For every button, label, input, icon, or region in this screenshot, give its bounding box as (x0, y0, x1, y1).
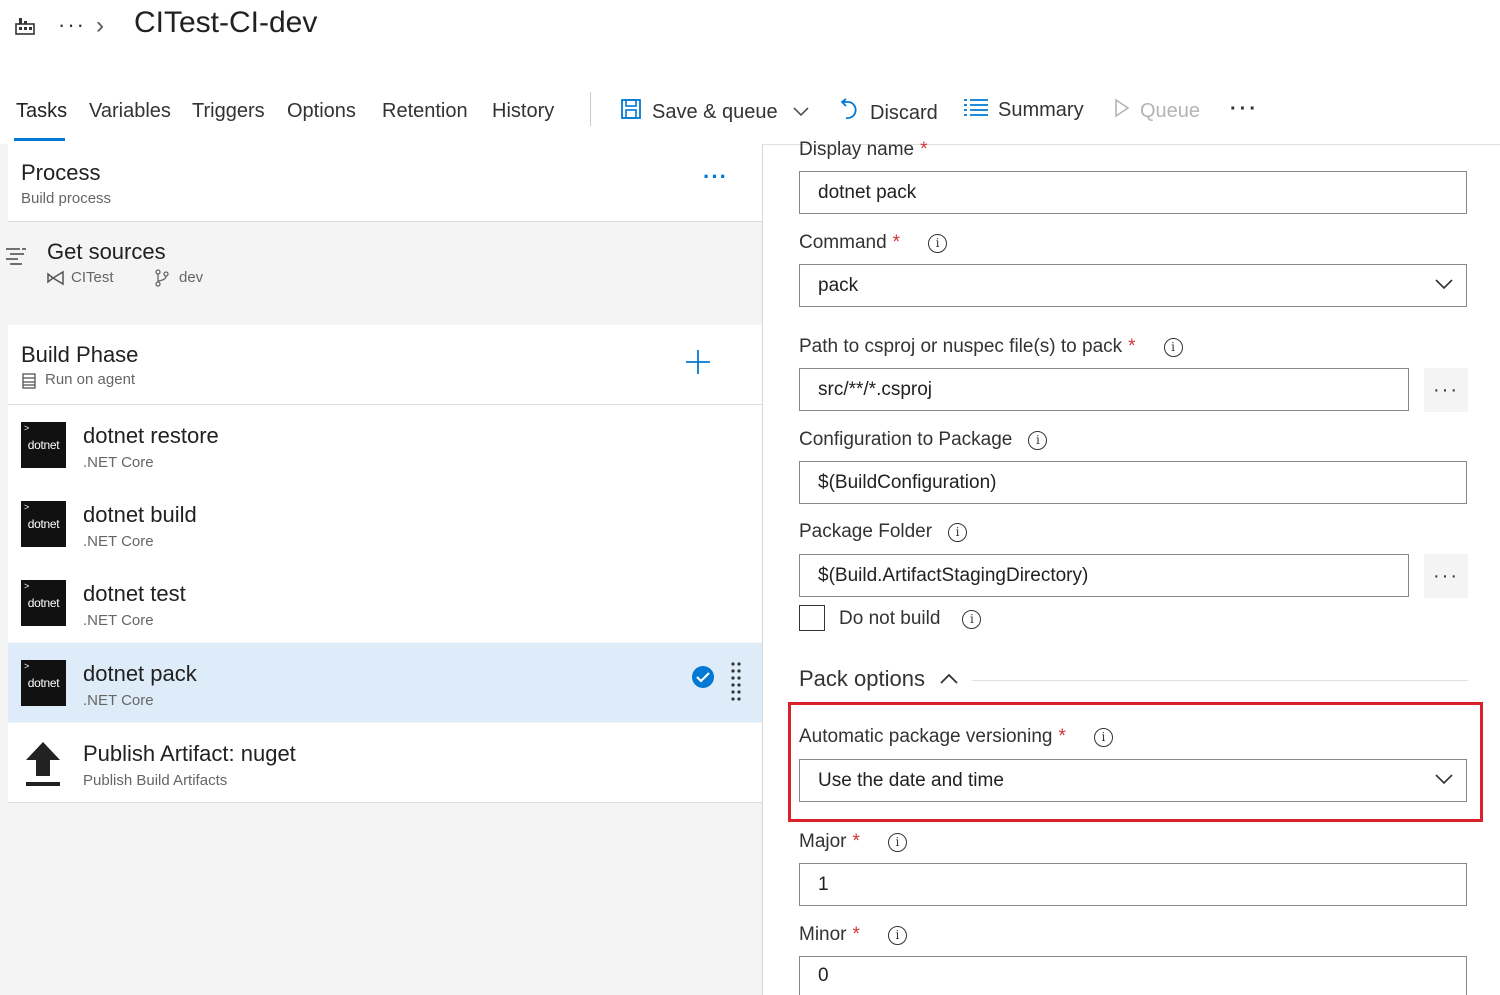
summary-label: Summary (998, 98, 1084, 121)
agent-icon (22, 373, 36, 394)
save-queue-button[interactable]: Save & queue (620, 98, 810, 126)
queue-button[interactable]: Queue (1114, 98, 1200, 124)
minor-label: Minor * i (799, 924, 907, 946)
tab-tasks[interactable]: Tasks (16, 100, 67, 123)
path-input[interactable]: src/**/*.csproj (799, 368, 1409, 411)
repo-name: CITest (71, 269, 114, 286)
info-icon[interactable]: i (887, 925, 907, 945)
get-sources-row[interactable]: Get sources CITest dev (0, 225, 762, 320)
task-subtitle: .NET Core (83, 454, 154, 471)
branch-icon (154, 269, 170, 292)
chevron-down-icon (1434, 275, 1454, 297)
minor-input[interactable]: 0 (799, 956, 1467, 995)
do-not-build-label: Do not build i (839, 608, 982, 630)
dotnet-logo-icon: > dotnet (21, 580, 66, 626)
command-select[interactable]: pack (799, 264, 1467, 307)
info-icon[interactable]: i (962, 609, 982, 629)
play-icon (1114, 98, 1130, 124)
major-input[interactable]: 1 (799, 863, 1467, 906)
summary-button[interactable]: Summary (964, 98, 1084, 122)
task-title: dotnet restore (83, 423, 219, 448)
folder-browse-button[interactable]: ··· (1424, 554, 1468, 598)
phase-subtitle: Run on agent (45, 371, 136, 388)
save-icon (620, 98, 642, 126)
major-label: Major * i (799, 831, 907, 853)
task-title: dotnet build (83, 502, 197, 527)
task-subtitle: .NET Core (83, 612, 154, 629)
undo-icon (838, 98, 860, 128)
dotnet-logo-icon: > dotnet (21, 422, 66, 468)
upload-icon (24, 740, 62, 793)
add-task-button[interactable] (685, 349, 711, 380)
info-icon[interactable]: i (1163, 337, 1183, 357)
display-name-label: Display name * (799, 139, 928, 160)
toolbar-more-button[interactable]: ··· (1230, 98, 1259, 121)
chevron-down-icon[interactable] (792, 101, 810, 124)
task-dotnet-test[interactable]: > dotnet dotnet test .NET Core (8, 563, 762, 642)
pack-options-toggle[interactable]: Pack options (799, 666, 959, 692)
info-icon[interactable]: i (948, 522, 968, 542)
dotnet-logo-icon: > dotnet (21, 501, 66, 547)
task-subtitle: .NET Core (83, 692, 154, 709)
checkmark-icon[interactable] (691, 665, 715, 694)
folder-input[interactable]: $(Build.ArtifactStagingDirectory) (799, 554, 1409, 597)
tab-variables[interactable]: Variables (89, 100, 171, 123)
task-title: dotnet test (83, 581, 186, 606)
pack-options-label: Pack options (799, 666, 925, 691)
drag-handle-icon[interactable] (730, 661, 742, 708)
task-subtitle: Publish Build Artifacts (83, 772, 228, 789)
toolbar-divider (590, 92, 591, 126)
process-row[interactable]: Process Build process ··· (8, 144, 762, 222)
process-subtitle: Build process (21, 190, 112, 207)
breadcrumb-chevron-icon: › (96, 12, 104, 39)
highlight-box (788, 702, 1483, 822)
info-icon[interactable]: i (1028, 430, 1048, 450)
page-title: CITest-CI-dev (134, 6, 318, 39)
task-publish-artifact[interactable]: Publish Artifact: nuget Publish Build Ar… (8, 723, 762, 802)
task-dotnet-build[interactable]: > dotnet dotnet build .NET Core (8, 484, 762, 563)
save-queue-label: Save & queue (652, 100, 778, 123)
task-dotnet-pack[interactable]: > dotnet dotnet pack .NET Core (8, 643, 762, 722)
discard-label: Discard (870, 101, 938, 124)
command-value: pack (818, 274, 859, 296)
list-icon (964, 98, 988, 122)
build-phase-row[interactable]: Build Phase Run on agent (8, 325, 762, 405)
panel-divider[interactable] (762, 144, 763, 995)
config-label: Configuration to Package i (799, 429, 1048, 451)
path-browse-button[interactable]: ··· (1424, 368, 1468, 412)
branch-name: dev (179, 269, 204, 286)
tab-retention[interactable]: Retention (382, 100, 468, 123)
get-sources-title: Get sources (47, 239, 166, 264)
task-list-bottom-border (8, 802, 762, 803)
do-not-build-checkbox[interactable] (799, 605, 825, 631)
task-title: dotnet pack (83, 661, 197, 686)
phase-title: Build Phase (21, 342, 139, 367)
display-name-input[interactable]: dotnet pack (799, 171, 1467, 214)
repo-icon (47, 270, 65, 291)
chevron-up-icon (939, 666, 959, 691)
tab-options[interactable]: Options (287, 100, 356, 123)
active-tab-indicator (14, 138, 65, 141)
section-divider (972, 680, 1468, 681)
process-more-button[interactable]: ··· (703, 164, 728, 190)
process-title: Process (21, 160, 101, 185)
build-pipeline-icon[interactable] (14, 14, 36, 36)
dotnet-logo-icon: > dotnet (21, 660, 66, 706)
config-input[interactable]: $(BuildConfiguration) (799, 461, 1467, 504)
tab-bar: Tasks Variables Triggers Options Retenti… (0, 88, 1500, 145)
path-label: Path to csproj or nuspec file(s) to pack… (799, 336, 1183, 358)
task-dotnet-restore[interactable]: > dotnet dotnet restore .NET Core (8, 405, 762, 484)
tab-history[interactable]: History (492, 100, 554, 123)
tab-triggers[interactable]: Triggers (192, 100, 265, 123)
folder-label: Package Folder i (799, 521, 968, 543)
task-subtitle: .NET Core (83, 533, 154, 550)
task-title: Publish Artifact: nuget (83, 741, 296, 766)
info-icon[interactable]: i (928, 233, 948, 253)
queue-label: Queue (1140, 99, 1201, 122)
command-label: Command * i (799, 232, 948, 254)
discard-button[interactable]: Discard (838, 98, 938, 128)
info-icon[interactable]: i (887, 832, 907, 852)
breadcrumb-more-button[interactable]: ··· (58, 12, 86, 38)
